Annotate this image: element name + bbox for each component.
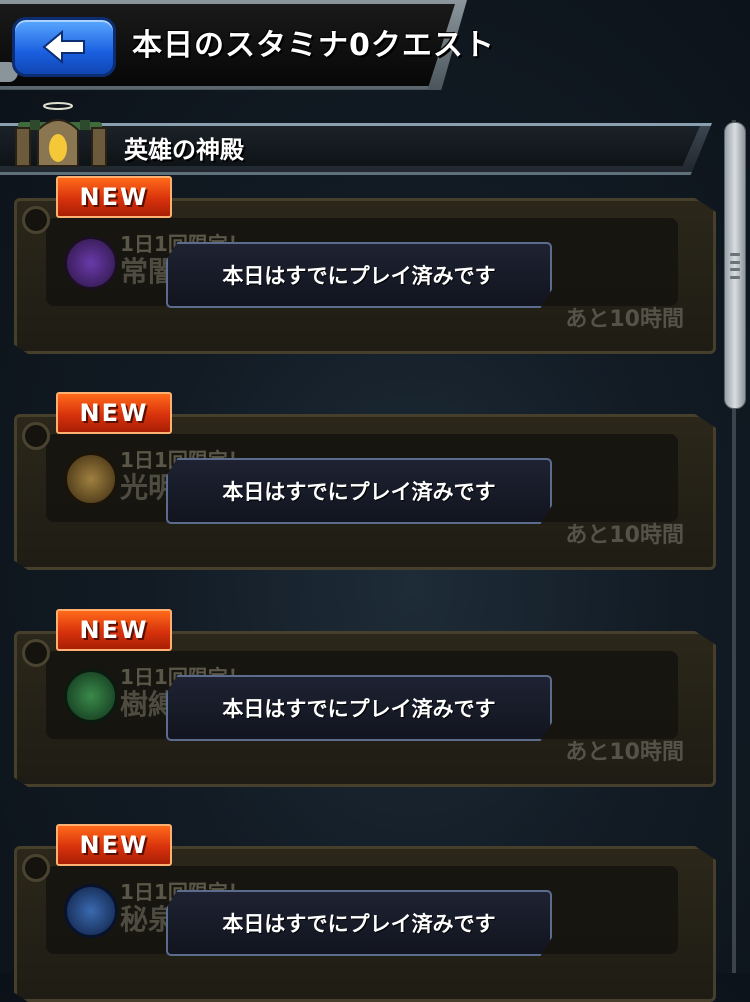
- temple-icon: [15, 102, 107, 167]
- card-ring-icon: [22, 422, 50, 450]
- already-played-notice: 本日はすでにプレイ済みです: [166, 675, 552, 741]
- already-played-notice: 本日はすでにプレイ済みです: [166, 458, 552, 524]
- remaining-time: あと10時間: [565, 523, 684, 548]
- back-button[interactable]: [12, 17, 116, 77]
- water-element-icon: [64, 884, 118, 938]
- back-arrow-icon: [42, 29, 85, 65]
- quest-card-3[interactable]: NEW 1日1回限定！ 樹縛の神殿 あと10時間 本日はすでにプレイ済みです: [8, 609, 716, 787]
- dark-element-icon: [64, 236, 118, 290]
- card-ring-icon: [22, 639, 50, 667]
- card-ring-icon: [22, 854, 50, 882]
- new-badge: NEW: [56, 824, 172, 866]
- header-bar: 本日のスタミナ0クエスト: [0, 0, 750, 95]
- quest-card-2[interactable]: NEW 1日1回限定！ 光明の神殿 あと10時間 本日はすでにプレイ済みです: [8, 392, 716, 570]
- light-element-icon: [64, 452, 118, 506]
- scrollbar[interactable]: [724, 120, 746, 973]
- new-badge: NEW: [56, 176, 172, 218]
- quest-card-4[interactable]: NEW 1日1回限定！ 秘泉の神殿 本日はすでにプレイ済みです: [8, 824, 716, 1002]
- already-played-notice: 本日はすでにプレイ済みです: [166, 242, 552, 308]
- card-ring-icon: [22, 206, 50, 234]
- already-played-notice: 本日はすでにプレイ済みです: [166, 890, 552, 956]
- wood-element-icon: [64, 669, 118, 723]
- page-title: 本日のスタミナ0クエスト: [132, 28, 495, 63]
- new-badge: NEW: [56, 609, 172, 651]
- section-title: 英雄の神殿: [124, 136, 244, 164]
- scroll-thumb[interactable]: [724, 122, 746, 409]
- remaining-time: あと10時間: [565, 307, 684, 332]
- new-badge: NEW: [56, 392, 172, 434]
- scroll-grip-icon: [730, 253, 740, 279]
- remaining-time: あと10時間: [565, 740, 684, 765]
- quest-card-1[interactable]: NEW 1日1回限定！ 常闇の神殿 あと10時間 本日はすでにプレイ済みです: [8, 176, 716, 354]
